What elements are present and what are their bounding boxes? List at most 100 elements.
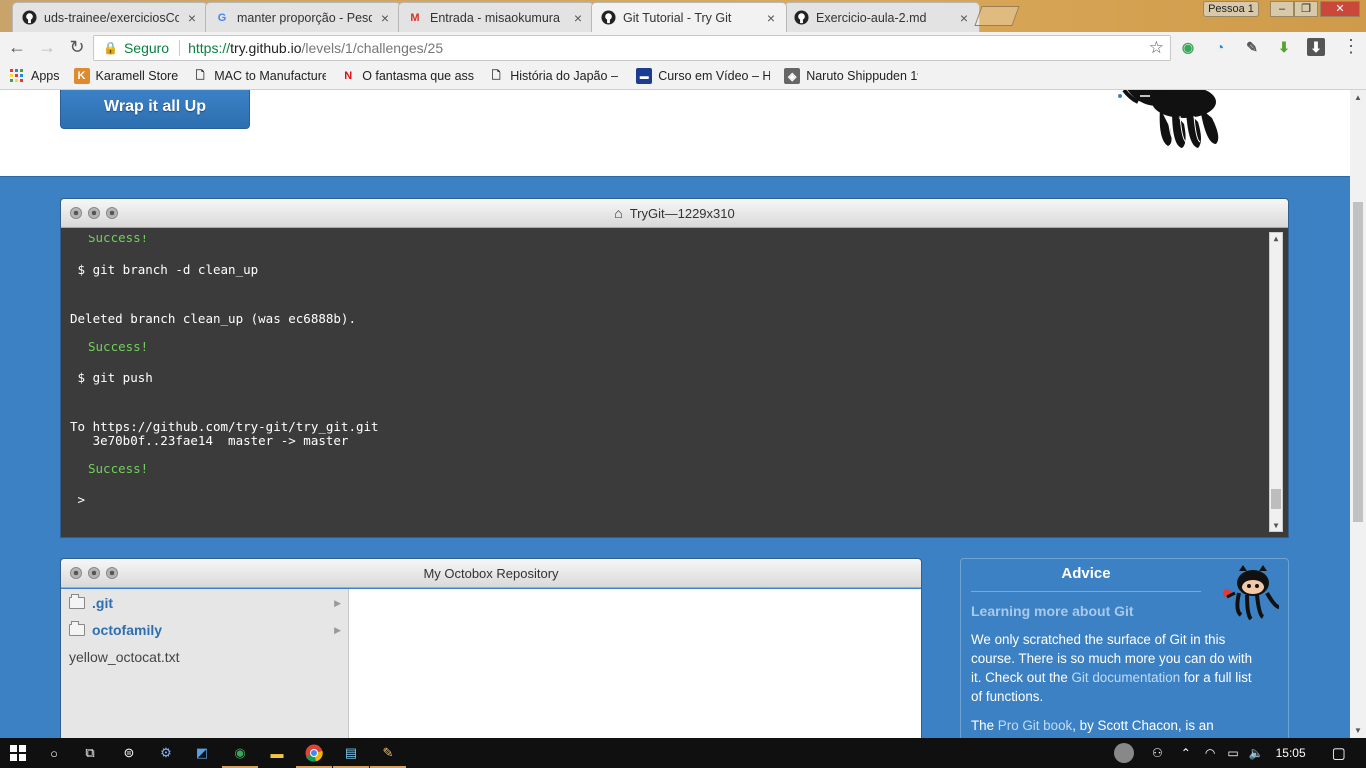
wrap-it-all-up-button[interactable]: Wrap it all Up [60, 90, 250, 129]
github-icon [793, 10, 809, 26]
minimize-dot-icon[interactable] [88, 207, 100, 219]
download-icon[interactable]: ⬇ [1307, 38, 1325, 56]
browser-toolbar: ← → ↻ 🔒 Seguro https://try.github.io/lev… [0, 32, 1366, 63]
bookmark-star-icon[interactable]: ☆ [1149, 38, 1164, 58]
bookmark-naruto[interactable]: ◈ Naruto Shippuden 1ª [784, 68, 918, 84]
naruto-icon: ◈ [784, 68, 801, 84]
close-tab-icon[interactable]: × [764, 10, 778, 26]
tab-google-search[interactable]: G manter proporção - Pesq × [205, 2, 401, 32]
tab-exercicio[interactable]: Exercicio-aula-2.md × [784, 2, 980, 32]
maximize-dot-icon[interactable] [106, 207, 118, 219]
minimize-dot-icon[interactable] [88, 567, 100, 579]
terminal-success: Success! [88, 230, 149, 245]
terminal-success: Success! [88, 339, 149, 354]
tab-gmail[interactable]: M Entrada - misaokumura × [398, 2, 594, 32]
address-bar[interactable]: 🔒 Seguro https://try.github.io/levels/1/… [93, 35, 1171, 61]
app-green-icon[interactable]: ◉ [222, 742, 258, 768]
close-dot-icon[interactable] [70, 207, 82, 219]
clock[interactable]: 15:05 [1276, 746, 1306, 760]
bookmark-mac[interactable]: 🗋 MAC to Manufacture [192, 68, 326, 84]
close-tab-icon[interactable]: × [957, 10, 971, 26]
volume-icon[interactable]: 🔈 [1249, 746, 1264, 760]
folder-icon [69, 594, 85, 609]
bookmark-apps[interactable]: Apps [9, 68, 60, 84]
forward-icon[interactable]: → [34, 35, 60, 61]
close-window-icon[interactable]: ✕ [1320, 1, 1360, 17]
bookmark-historia[interactable]: 🗋 História do Japão – C [488, 68, 622, 84]
reload-icon[interactable]: ↻ [64, 35, 90, 61]
terminal-output: To https://github.com/try-git/try_git.gi… [70, 419, 379, 434]
app-flag-icon[interactable]: ⊜ [118, 742, 140, 764]
page-header: Wrap it all Up [0, 90, 1350, 177]
maximize-dot-icon[interactable] [106, 567, 118, 579]
bookmark-label: História do Japão – C [510, 69, 623, 83]
list-item-folder[interactable]: octofamily ▶ [69, 621, 341, 638]
tab-git-tutorial[interactable]: Git Tutorial - Try Git × [591, 2, 787, 32]
bookmark-netflix[interactable]: N O fantasma que asso [340, 68, 474, 84]
bookmark-curso[interactable]: ▬ Curso em Vídeo – HT [636, 68, 770, 84]
list-item-file[interactable]: yellow_octocat.txt [69, 649, 341, 665]
app-vs-icon[interactable]: ◩ [191, 742, 213, 764]
folder-name: octofamily [92, 622, 163, 638]
close-dot-icon[interactable] [70, 567, 82, 579]
terminal-prompt[interactable]: > [70, 492, 86, 507]
advice-heading: Learning more about Git [971, 603, 1134, 619]
scroll-up-icon[interactable]: ▲ [1270, 234, 1282, 243]
close-tab-icon[interactable]: × [185, 10, 199, 26]
maximize-icon[interactable]: ❐ [1294, 1, 1318, 17]
scroll-thumb[interactable] [1353, 202, 1363, 522]
page-scrollbar[interactable]: ▲ ▼ [1350, 90, 1366, 738]
terminal-scrollbar[interactable]: ▲ ▼ [1269, 232, 1283, 532]
page-icon: 🗋 [491, 69, 501, 82]
bookmark-karamell[interactable]: K Karamell Store [73, 68, 178, 84]
list-item-folder[interactable]: .git ▶ [69, 594, 341, 611]
minimize-icon[interactable]: – [1270, 1, 1294, 17]
avatar[interactable] [1114, 743, 1134, 763]
notifications-icon[interactable]: ▢ [1332, 744, 1346, 762]
url-text[interactable]: https://try.github.io/levels/1/challenge… [188, 40, 443, 56]
scroll-down-icon[interactable]: ▼ [1350, 726, 1366, 735]
file-explorer-icon[interactable]: ▬ [266, 742, 288, 764]
notepad-icon[interactable]: ▤ [333, 742, 369, 768]
wifi-icon[interactable]: ◠ [1205, 746, 1215, 760]
people-icon[interactable]: ⚇ [1152, 746, 1163, 760]
advice-paragraph: The Pro Git book, by Scott Chacon, is an [971, 716, 1261, 735]
chevron-up-icon[interactable]: ⌃ [1181, 746, 1191, 760]
profile-button[interactable]: Pessoa 1 [1203, 1, 1259, 17]
git-documentation-link[interactable]: Git documentation [1071, 670, 1180, 685]
close-tab-icon[interactable]: × [571, 10, 585, 26]
system-tray: ⚇ ⌃ ◠ ▭ 🔈 15:05 ▢ [1114, 738, 1346, 768]
scroll-up-icon[interactable]: ▲ [1350, 93, 1366, 102]
tab-title: Exercicio-aula-2.md [816, 10, 927, 25]
scroll-down-icon[interactable]: ▼ [1270, 521, 1282, 530]
pro-git-book-link[interactable]: Pro Git book [998, 718, 1072, 733]
tab-uds-trainee[interactable]: uds-trainee/exerciciosCo × [12, 2, 208, 32]
paint-icon[interactable]: ✎ [370, 742, 406, 768]
repository-body: .git ▶ octofamily ▶ yellow_octocat.txt [61, 589, 921, 738]
scroll-thumb[interactable] [1271, 489, 1281, 509]
terminal-console[interactable]: Success! $ git branch -d clean_up Delete… [61, 228, 1288, 537]
chrome-icon[interactable] [296, 742, 332, 768]
gmail-icon: M [410, 11, 420, 24]
windows-start-icon[interactable] [7, 742, 29, 764]
new-tab-button[interactable] [974, 6, 1020, 26]
bookmark-label: MAC to Manufacture [214, 69, 327, 83]
terminal-output: 3e70b0f..23fae14 master -> master [70, 433, 349, 448]
task-view-icon[interactable]: ⧉ [79, 742, 101, 764]
battery-icon[interactable]: ▭ [1227, 746, 1238, 760]
apps-grid-icon [9, 68, 25, 84]
download-green-icon[interactable]: ⬇ [1275, 38, 1293, 56]
eyedropper-icon[interactable]: ✎ [1243, 38, 1261, 56]
search-icon[interactable]: ○ [43, 742, 65, 764]
google-icon: G [217, 11, 227, 24]
app-network-icon[interactable]: ⚙ [155, 742, 177, 764]
close-tab-icon[interactable]: × [378, 10, 392, 26]
extension-green-icon[interactable]: ◉ [1179, 38, 1197, 56]
terminal-command: $ git branch -d clean_up [70, 262, 259, 277]
tab-title: manter proporção - Pesq [237, 10, 372, 25]
bookmarks-bar: Apps K Karamell Store 🗋 MAC to Manufactu… [0, 63, 1366, 90]
menu-icon[interactable]: ⋮ [1342, 36, 1360, 57]
page-content: Wrap it all Up ⌂ TryGit—1229x310 Success… [0, 90, 1350, 738]
back-icon[interactable]: ← [4, 35, 30, 61]
extension-blue-icon[interactable]: ◔ [1211, 38, 1229, 56]
